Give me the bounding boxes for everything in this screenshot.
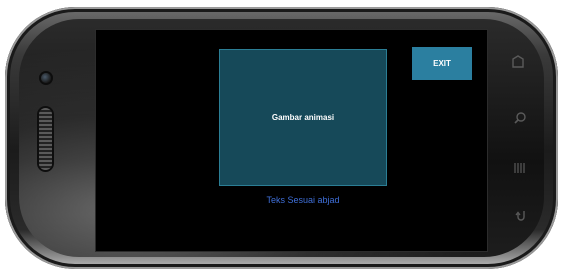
back-icon[interactable]: [510, 55, 526, 71]
exit-button[interactable]: EXIT: [412, 47, 472, 80]
speaker-grille: [39, 108, 52, 170]
app-screen: Gambar animasi EXIT Teks Sesuai abjad: [95, 29, 488, 252]
front-camera-icon: [41, 73, 51, 83]
home-icon[interactable]: [512, 207, 528, 223]
letter-caption: Teks Sesuai abjad: [266, 195, 340, 205]
menu-icon[interactable]: [512, 160, 528, 176]
search-icon[interactable]: [512, 110, 528, 126]
animation-area[interactable]: Gambar animasi: [219, 49, 387, 186]
animation-area-label: Gambar animasi: [271, 113, 335, 122]
